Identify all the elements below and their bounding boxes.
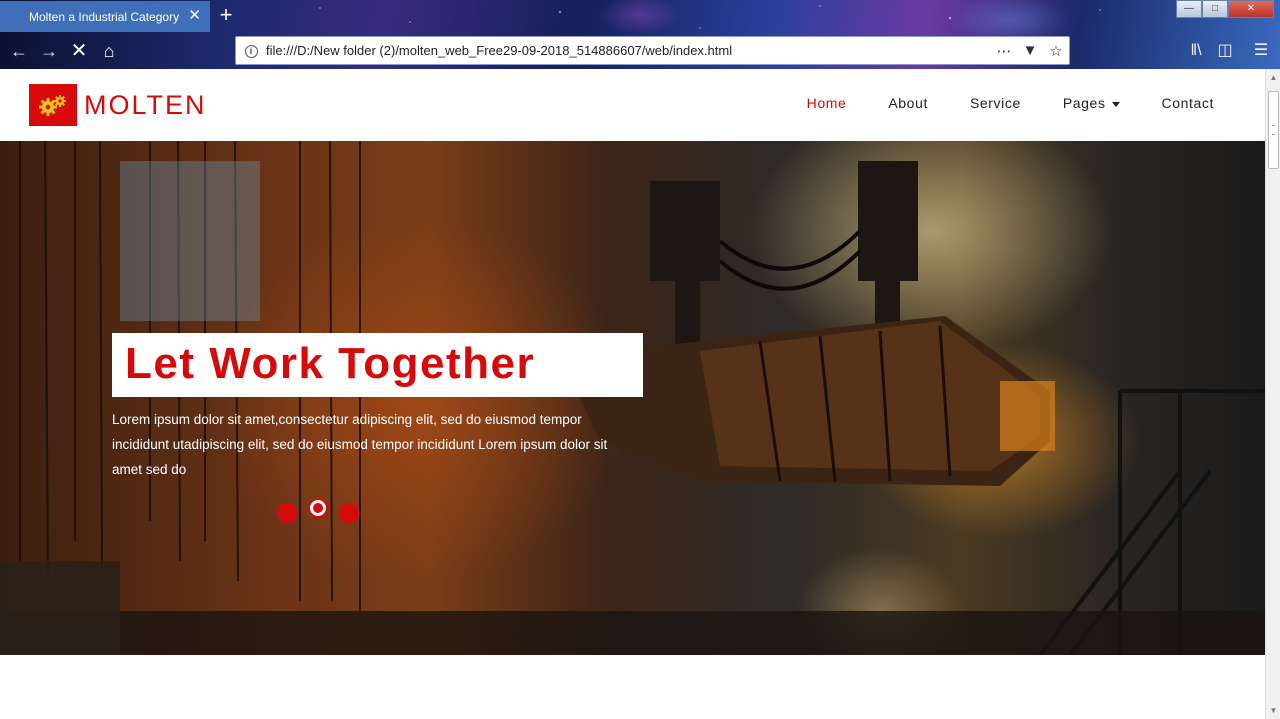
nav-contact[interactable]: Contact — [1162, 95, 1214, 111]
scroll-down-icon[interactable]: ▼ — [1266, 702, 1280, 719]
caret-down-icon — [1111, 101, 1120, 107]
sidebar-icon[interactable]: ◫ — [1213, 39, 1237, 63]
stop-icon[interactable]: ✕ — [67, 39, 91, 63]
new-tab-button[interactable]: + — [214, 4, 238, 28]
page-viewport: MOLTEN Home About Service Pages Contact — [0, 69, 1265, 719]
nav-pages-label: Pages — [1062, 95, 1106, 111]
hamburger-menu-icon[interactable]: ☰ — [1249, 39, 1273, 63]
vertical-scrollbar[interactable]: ▲ ▼ — [1265, 69, 1280, 719]
window-close-button[interactable]: ✕ — [1228, 0, 1274, 18]
slider-dot-2[interactable] — [310, 500, 326, 516]
nav-about[interactable]: About — [888, 95, 928, 111]
minimize-button[interactable]: — — [1176, 0, 1202, 18]
browser-chrome: Molten a Industrial Category Bo ✕ + — □ … — [0, 0, 1280, 69]
logo-text: MOLTEN — [84, 89, 207, 120]
hero-banner: Let Work Together Lorem ipsum dolor sit … — [0, 141, 1265, 655]
nav-home[interactable]: Home — [807, 95, 847, 111]
site-header: MOLTEN Home About Service Pages Contact — [0, 69, 1265, 141]
window-controls: — □ ✕ — [1176, 0, 1274, 18]
hero-description: Lorem ipsum dolor sit amet,consectetur a… — [112, 412, 608, 477]
industrial-scene-image — [0, 141, 1265, 655]
library-icon[interactable]: ‖\ — [1184, 39, 1208, 63]
gears-icon — [29, 84, 77, 126]
slider-dot-1[interactable] — [277, 503, 297, 523]
close-tab-icon[interactable]: ✕ — [188, 8, 201, 23]
slider-dot-3[interactable] — [339, 503, 359, 523]
nav-pages[interactable]: Pages — [1063, 95, 1120, 111]
nav-service[interactable]: Service — [970, 95, 1021, 111]
main-nav: Home About Service Pages Contact — [765, 95, 1214, 111]
pocket-icon[interactable]: ▼ — [1017, 42, 1043, 59]
back-arrow-icon[interactable]: ← — [7, 39, 31, 63]
address-bar[interactable]: i ⋯ ▼ ☆ — [235, 36, 1070, 65]
slider-dots — [277, 500, 372, 523]
more-dots-icon[interactable]: ⋯ — [991, 42, 1017, 60]
hero-title: Let Work Together — [125, 339, 536, 388]
url-input[interactable] — [266, 43, 991, 58]
hero-title-box: Let Work Together — [112, 333, 643, 397]
home-icon[interactable]: ⌂ — [97, 39, 121, 63]
browser-toolbar: ← → ✕ ⌂ i ⋯ ▼ ☆ ‖\ ◫ ☰ — [0, 33, 1280, 69]
site-logo[interactable]: MOLTEN — [29, 84, 207, 126]
browser-tab[interactable]: Molten a Industrial Category Bo ✕ — [0, 1, 210, 32]
forward-arrow-icon[interactable]: → — [37, 39, 61, 63]
tab-title: Molten a Industrial Category Bo — [29, 9, 181, 24]
maximize-button[interactable]: □ — [1202, 0, 1228, 18]
scrollbar-thumb[interactable] — [1268, 91, 1279, 169]
info-icon[interactable]: i — [236, 43, 266, 58]
star-icon[interactable]: ☆ — [1043, 42, 1069, 60]
scroll-up-icon[interactable]: ▲ — [1266, 69, 1280, 86]
